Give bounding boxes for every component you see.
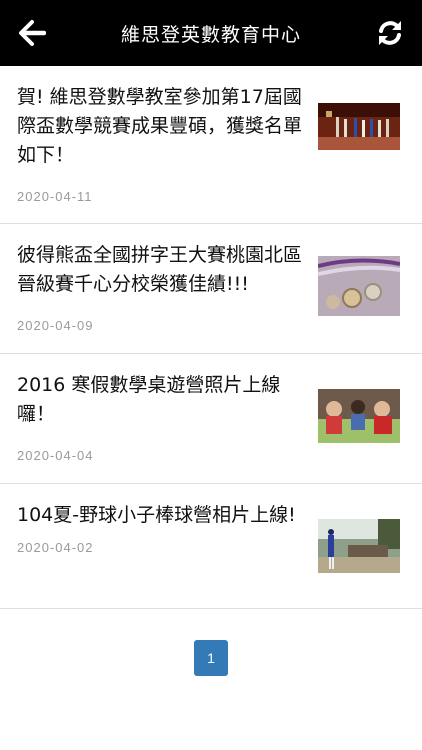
refresh-icon: [379, 21, 401, 45]
article-date: 2020-04-09: [17, 318, 94, 333]
refresh-button[interactable]: [362, 0, 418, 66]
app-header: 維思登英數教育中心: [0, 0, 422, 66]
page-title: 維思登英數教育中心: [120, 23, 301, 46]
article-title: 2016 寒假數學桌遊營照片上線囉！: [17, 374, 281, 425]
article-thumbnail: [318, 389, 400, 443]
article-date: 2020-04-11: [17, 189, 93, 204]
page-button-current[interactable]: 1: [194, 640, 228, 676]
back-button[interactable]: [4, 0, 60, 66]
list-item[interactable]: 2016 寒假數學桌遊營照片上線囉！ 2020-04-04: [0, 354, 422, 484]
article-thumbnail: [318, 519, 400, 573]
article-thumbnail: [318, 103, 400, 150]
list-item[interactable]: 賀! 維思登數學教室參加第17屆國際盃數學競賽成果豐碩，獲獎名單如下！ 2020…: [0, 66, 422, 224]
article-title: 賀! 維思登數學教室參加第17屆國際盃數學競賽成果豐碩，獲獎名單如下！: [17, 86, 303, 166]
article-date: 2020-04-04: [17, 448, 94, 463]
article-date: 2020-04-02: [17, 540, 94, 555]
list-item[interactable]: 104夏-野球小子棒球營相片上線! 2020-04-02: [0, 484, 422, 609]
arrow-left-icon: [19, 20, 46, 46]
article-title: 104夏-野球小子棒球營相片上線!: [17, 504, 296, 526]
article-thumbnail: [318, 256, 400, 316]
list-item[interactable]: 彼得熊盃全國拼字王大賽桃園北區晉級賽千心分校榮獲佳績!!! 2020-04-09: [0, 224, 422, 354]
article-list: 賀! 維思登數學教室參加第17屆國際盃數學競賽成果豐碩，獲獎名單如下！ 2020…: [0, 66, 422, 609]
article-title: 彼得熊盃全國拼字王大賽桃園北區晉級賽千心分校榮獲佳績!!!: [17, 244, 303, 295]
pagination: 1: [0, 640, 422, 676]
